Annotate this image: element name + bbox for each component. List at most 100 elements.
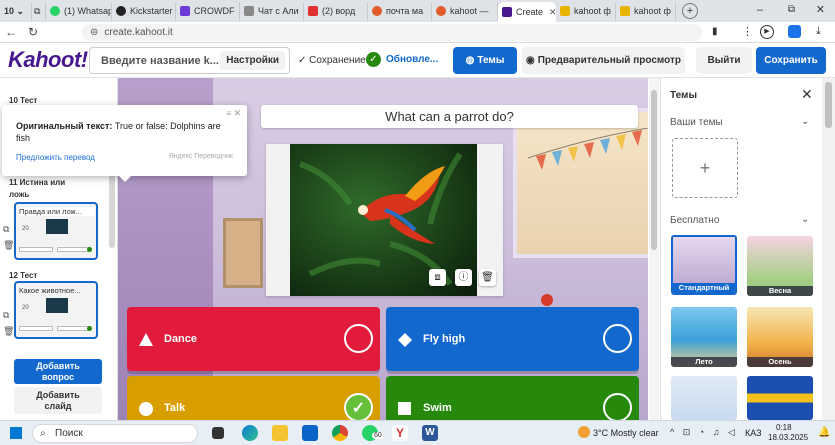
canvas-scrollbar[interactable] <box>649 78 659 420</box>
add-question-button[interactable]: Добавить вопрос <box>14 359 102 384</box>
free-themes-header[interactable]: Бесплатно <box>670 215 719 226</box>
new-tab-plus-icon[interactable]: + <box>682 3 698 19</box>
slide-thumbnail[interactable]: Правда или лож... 20 <box>14 202 98 260</box>
close-window-icon[interactable]: ✕ <box>816 3 825 16</box>
minimize-icon[interactable]: – <box>757 4 763 16</box>
theme-card-autumn[interactable]: Осень <box>747 307 813 367</box>
browser-tab[interactable]: (2) ворд <box>304 2 368 20</box>
sidebar-scrollbar[interactable] <box>109 168 115 248</box>
original-text: Оригинальный текст: True or false: Dolph… <box>16 121 221 143</box>
trash-icon[interactable]: 🗑 <box>3 240 14 251</box>
media-play-icon[interactable]: ▶ <box>760 25 774 39</box>
check-icon: ✓ <box>351 399 366 417</box>
scrollbar-thumb[interactable] <box>825 82 832 128</box>
correct-radio[interactable] <box>344 324 373 353</box>
language-indicator[interactable]: КАЗ <box>745 428 762 438</box>
info-icon[interactable]: ⓘ <box>455 269 472 286</box>
correct-dot <box>87 326 92 331</box>
browser-tab[interactable]: почта ма <box>368 2 432 20</box>
tray-icons[interactable]: ^ ⊡ ◔ ♫ ◁ <box>670 427 738 438</box>
save-button[interactable]: Сохранить <box>756 47 826 74</box>
menu-dots-icon[interactable]: ⋮ <box>742 25 753 38</box>
word-icon[interactable]: W <box>422 425 438 441</box>
kahoot-logo[interactable]: Kahoot! <box>8 47 88 73</box>
clock-date[interactable]: 18.03.2025 <box>768 433 808 442</box>
site-info-icon[interactable]: ⊜ <box>90 27 98 38</box>
chrome-icon[interactable] <box>332 425 348 441</box>
tab-counter[interactable]: 10 ⌄ <box>0 2 32 20</box>
theme-card-spring[interactable]: Весна <box>747 236 813 296</box>
square-icon <box>398 402 411 415</box>
weather-status[interactable]: 3°C Mostly clear <box>593 428 659 438</box>
slide-thumbnail[interactable]: Какое животное... 20 <box>14 281 98 339</box>
browser-tab[interactable]: ⧉ <box>32 2 46 20</box>
scrollbar-thumb[interactable] <box>651 90 657 250</box>
add-slide-button[interactable]: Добавить слайд <box>14 387 102 414</box>
edge-icon[interactable] <box>242 425 258 441</box>
taskbar-search[interactable]: ⌕ Поиск <box>32 424 198 443</box>
themes-button[interactable]: ◍ Темы <box>453 47 517 74</box>
duplicate-icon[interactable]: ⧉ <box>3 224 9 235</box>
themes-scrollbar[interactable] <box>822 78 835 420</box>
duplicate-icon[interactable]: ⧉ <box>3 310 9 321</box>
download-icon[interactable]: ⤓ <box>816 25 821 38</box>
correct-radio[interactable] <box>603 324 632 353</box>
reload-icon[interactable]: ↻ <box>22 25 44 39</box>
answer-text[interactable]: Talk <box>164 402 185 414</box>
task-view-icon[interactable] <box>212 427 224 439</box>
check-circle-icon: ✓ <box>366 52 381 67</box>
browser-tab[interactable]: Чат с Али <box>240 2 304 20</box>
answer-green[interactable]: Swim <box>386 376 639 420</box>
answer-red[interactable]: Dance <box>127 307 380 371</box>
parrot-image[interactable] <box>290 144 477 296</box>
browser-tab[interactable]: kahoot ф <box>556 2 616 20</box>
browser-tab[interactable]: kahoot — <box>432 2 498 20</box>
windows-start-icon[interactable] <box>10 427 22 439</box>
preview-button[interactable]: ◉ Предварительный просмотр <box>522 47 685 74</box>
url-field[interactable]: ⊜ create.kahoot.it <box>82 24 702 41</box>
outlook-icon[interactable] <box>302 425 318 441</box>
yandex-browser-icon[interactable]: Y <box>392 425 408 441</box>
file-explorer-icon[interactable] <box>272 425 288 441</box>
question-input[interactable]: What can a parrot do? <box>261 105 638 128</box>
crop-icon[interactable]: ⧈ <box>429 269 446 286</box>
answer-yellow[interactable]: Talk ✓ <box>127 376 380 420</box>
trash-icon[interactable]: 🗑 <box>479 269 496 286</box>
correct-radio-checked[interactable]: ✓ <box>344 393 373 420</box>
browser-tab-active[interactable]: Create ✕ <box>498 2 556 22</box>
browser-tab[interactable]: CROWDF <box>176 2 240 20</box>
settings-button[interactable]: Настройки <box>220 51 285 70</box>
clock-time[interactable]: 0:18 <box>776 423 792 432</box>
update-label[interactable]: Обновле... <box>386 54 438 65</box>
kahoot-title-input[interactable]: Введите название k... Настройки <box>89 47 290 74</box>
extension-icon[interactable] <box>788 25 801 38</box>
chevron-down-icon[interactable]: ⌄ <box>801 214 809 225</box>
close-icon[interactable]: ✕ <box>233 108 241 119</box>
theme-card-winter[interactable] <box>671 376 737 420</box>
theme-card-flag[interactable] <box>747 376 813 420</box>
answer-text[interactable]: Fly high <box>423 333 465 345</box>
bookmark-icon[interactable]: ▮ <box>712 26 718 37</box>
back-icon[interactable]: ← <box>0 25 22 39</box>
popup-menu-icon[interactable]: ≡ <box>226 109 231 118</box>
answer-blue[interactable]: Fly high <box>386 307 639 371</box>
suggest-translation-link[interactable]: Предложить перевод <box>16 153 95 162</box>
theme-card-summer[interactable]: Лето <box>671 307 737 367</box>
bunting-decoration <box>528 128 648 170</box>
maximize-icon[interactable]: ⧉ <box>788 4 795 15</box>
browser-tab[interactable]: (1) Whatsapp <box>46 2 112 20</box>
answer-text[interactable]: Swim <box>423 402 452 414</box>
close-icon[interactable]: ✕ <box>549 7 556 18</box>
chevron-down-icon[interactable]: ⌄ <box>801 116 809 127</box>
add-theme-button[interactable]: + <box>672 138 738 198</box>
browser-tab[interactable]: Kickstarter <box>112 2 176 20</box>
correct-radio[interactable] <box>603 393 632 420</box>
exit-button[interactable]: Выйти <box>696 47 752 74</box>
theme-card-standard[interactable]: Стандартный <box>671 235 737 295</box>
your-themes-header[interactable]: Ваши темы <box>670 117 723 128</box>
notifications-icon[interactable]: 🔔 <box>818 427 830 438</box>
browser-tab[interactable]: kahoot ф <box>616 2 676 20</box>
answer-text[interactable]: Dance <box>164 333 197 345</box>
close-icon[interactable]: ✕ <box>801 86 813 103</box>
trash-icon[interactable]: 🗑 <box>3 326 14 337</box>
